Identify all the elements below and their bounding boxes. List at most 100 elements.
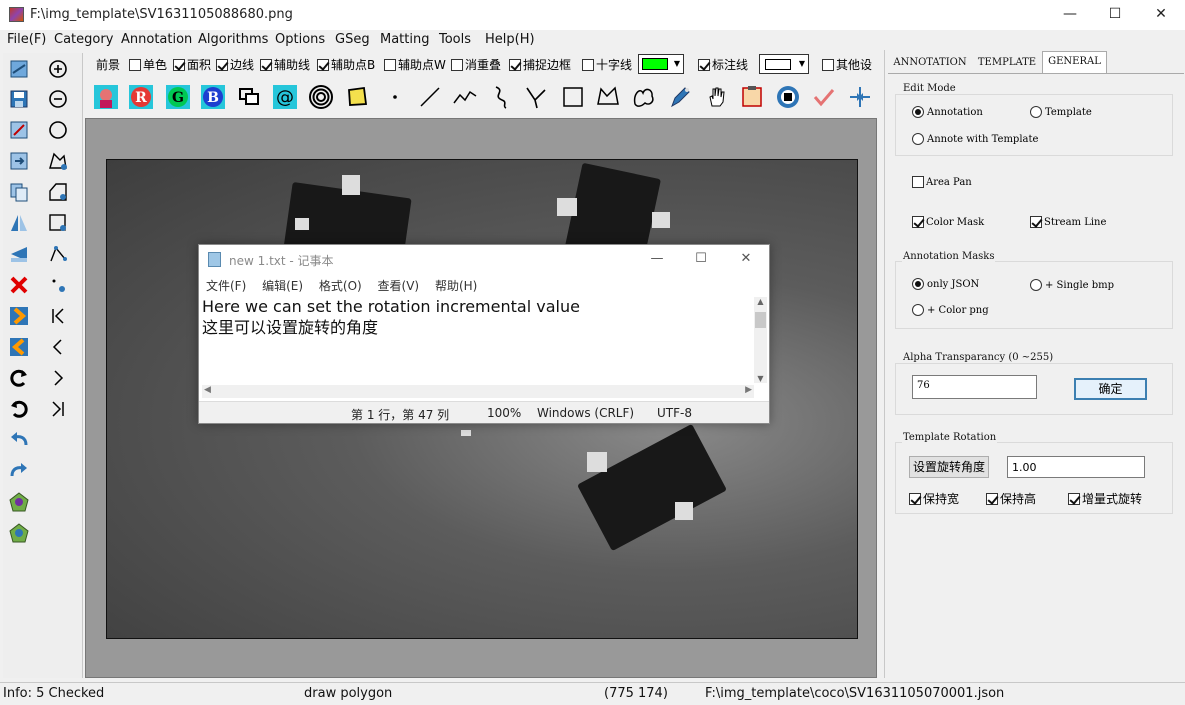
radio-only-json[interactable]: only JSON <box>912 278 979 290</box>
checkbox-keep-width[interactable]: 保持宽 <box>909 490 959 507</box>
stop-tool-icon[interactable] <box>773 82 803 112</box>
maximize-button[interactable]: ☐ <box>1092 0 1138 30</box>
menu-help[interactable]: Help(H) <box>485 32 535 47</box>
last-icon[interactable] <box>45 396 71 422</box>
menu-options[interactable]: Options <box>275 32 325 47</box>
checkbox-color-mask[interactable]: Color Mask <box>912 216 984 228</box>
flip-horizontal-icon[interactable] <box>6 210 32 236</box>
edit-icon[interactable] <box>6 117 32 143</box>
menu-file[interactable]: File(F) <box>7 32 46 47</box>
notepad-menu-format[interactable]: 格式(O) <box>319 279 362 293</box>
red-channel-icon[interactable]: R <box>126 82 156 112</box>
hand-tool-icon[interactable] <box>701 82 731 112</box>
add-shape-icon[interactable] <box>45 179 71 205</box>
notepad-window[interactable]: new 1.txt - 记事本 — ☐ ✕ 文件(F) 编辑(E) 格式(O) … <box>198 244 770 424</box>
close-button[interactable]: ✕ <box>1138 0 1184 30</box>
minimize-button[interactable]: — <box>1047 0 1093 30</box>
connect-points-icon[interactable] <box>45 241 71 267</box>
checkbox-keep-height[interactable]: 保持高 <box>986 490 1036 507</box>
menu-algorithms[interactable]: Algorithms <box>198 32 268 47</box>
option-other-settings[interactable]: 其他设 <box>822 56 872 73</box>
polyline-tool-icon[interactable] <box>450 82 480 112</box>
rotation-value-input[interactable]: 1.00 <box>1007 456 1145 478</box>
frame-tool-icon[interactable] <box>737 82 767 112</box>
fg-color-picker[interactable]: ▼ <box>638 54 684 74</box>
option-guide-line[interactable]: 辅助线 <box>260 56 310 73</box>
option-mono[interactable]: 单色 <box>129 56 167 73</box>
copy-icon[interactable] <box>6 179 32 205</box>
line-tool-icon[interactable] <box>415 82 445 112</box>
notepad-vertical-scrollbar[interactable]: ▲ ▼ <box>754 297 767 383</box>
radio-annote-with-template[interactable]: Annote with Template <box>912 133 1038 145</box>
blue-channel-icon[interactable]: B <box>198 82 228 112</box>
redo-icon[interactable] <box>6 365 32 391</box>
segment-b-icon[interactable] <box>6 520 32 546</box>
green-channel-icon[interactable]: G <box>163 82 193 112</box>
checkbox-incremental-rotation[interactable]: 增量式旋转 <box>1068 490 1142 507</box>
split-tool-icon[interactable] <box>845 82 875 112</box>
checkbox-area-pan[interactable]: Area Pan <box>912 176 972 188</box>
previous-icon[interactable] <box>6 334 32 360</box>
next-icon[interactable] <box>6 303 32 329</box>
next-small-icon[interactable] <box>45 365 71 391</box>
menu-annotation[interactable]: Annotation <box>121 32 192 47</box>
segment-a-icon[interactable] <box>6 489 32 515</box>
photo-tool-icon[interactable] <box>91 82 121 112</box>
rectangle-tool-icon[interactable] <box>558 82 588 112</box>
tab-annotation[interactable]: ANNOTATION <box>891 53 969 73</box>
notepad-horizontal-scrollbar[interactable]: ◀ ▶ <box>202 385 754 398</box>
checkbox-stream-line[interactable]: Stream Line <box>1030 216 1106 228</box>
set-rotation-button[interactable]: 设置旋转角度 <box>909 456 989 478</box>
cut-line-tool-icon[interactable] <box>521 82 551 112</box>
zoom-in-icon[interactable] <box>45 56 71 82</box>
alpha-input[interactable]: 76 <box>912 375 1037 399</box>
check-tool-icon[interactable] <box>809 82 839 112</box>
option-snap-border[interactable]: 捕捉边框 <box>509 56 571 73</box>
import-icon[interactable] <box>6 148 32 174</box>
circle-icon[interactable] <box>45 117 71 143</box>
radio-color-png[interactable]: + Color png <box>912 304 989 316</box>
zoom-out-icon[interactable] <box>45 86 71 112</box>
flip-vertical-icon[interactable] <box>6 241 32 267</box>
menu-gseg[interactable]: GSeg <box>335 32 370 47</box>
open-image-icon[interactable] <box>6 56 32 82</box>
curve-tool-icon[interactable] <box>486 82 516 112</box>
notepad-menu-edit[interactable]: 编辑(E) <box>262 279 303 293</box>
option-area[interactable]: 面积 <box>173 56 211 73</box>
add-rect-icon[interactable] <box>45 210 71 236</box>
radio-single-bmp[interactable]: + Single bmp <box>1030 279 1114 291</box>
prev-icon[interactable] <box>45 334 71 360</box>
rings-icon[interactable] <box>306 82 336 112</box>
radio-annotation[interactable]: Annotation <box>912 106 983 118</box>
tab-general[interactable]: GENERAL <box>1042 51 1107 74</box>
notepad-menu-help[interactable]: 帮助(H) <box>435 279 477 293</box>
points-icon[interactable] <box>45 272 71 298</box>
radio-template[interactable]: Template <box>1030 106 1092 118</box>
menu-category[interactable]: Category <box>54 32 113 47</box>
notepad-minimize-button[interactable]: — <box>642 248 672 270</box>
line-color-picker[interactable]: ▼ <box>759 54 809 74</box>
option-annotation-line[interactable]: 标注线 <box>698 56 748 73</box>
notepad-maximize-button[interactable]: ☐ <box>686 248 716 270</box>
option-edge[interactable]: 边线 <box>216 56 254 73</box>
add-polygon-icon[interactable] <box>45 148 71 174</box>
undo-icon[interactable] <box>6 396 32 422</box>
pen-tool-icon[interactable] <box>665 82 695 112</box>
speech-bubble-icon[interactable] <box>234 82 264 112</box>
option-guide-point-w[interactable]: 辅助点W <box>384 56 446 73</box>
option-guide-point-b[interactable]: 辅助点B <box>317 56 375 73</box>
first-icon[interactable] <box>45 303 71 329</box>
at-sign-icon[interactable]: @ <box>270 82 300 112</box>
menu-tools[interactable]: Tools <box>439 32 471 47</box>
notepad-text-area[interactable]: Here we can set the rotation incremental… <box>202 296 580 338</box>
delete-icon[interactable] <box>6 272 32 298</box>
forward-arrow-icon[interactable] <box>6 458 32 484</box>
option-crosshair[interactable]: 十字线 <box>582 56 632 73</box>
menu-matting[interactable]: Matting <box>380 32 429 47</box>
notepad-close-button[interactable]: ✕ <box>731 248 761 270</box>
notepad-menu-file[interactable]: 文件(F) <box>206 279 246 293</box>
notepad-menu-view[interactable]: 查看(V) <box>378 279 420 293</box>
freehand-tool-icon[interactable] <box>629 82 659 112</box>
alpha-ok-button[interactable]: 确定 <box>1074 378 1147 400</box>
polygon-tool-icon[interactable] <box>593 82 623 112</box>
